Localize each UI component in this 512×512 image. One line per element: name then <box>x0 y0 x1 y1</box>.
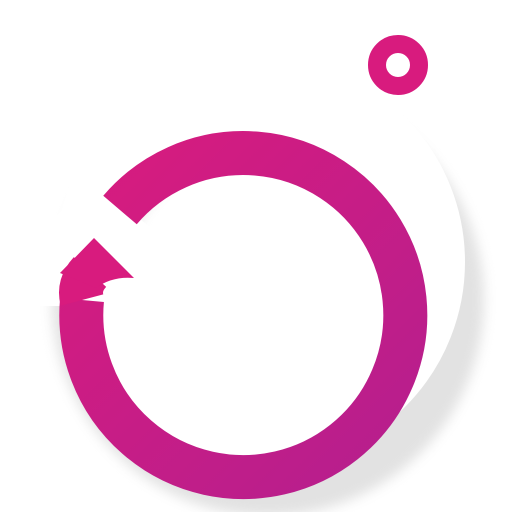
app-icon-canvas <box>0 0 512 512</box>
small-ring-dot <box>368 35 428 95</box>
refresh-loop-app-icon <box>28 35 484 512</box>
